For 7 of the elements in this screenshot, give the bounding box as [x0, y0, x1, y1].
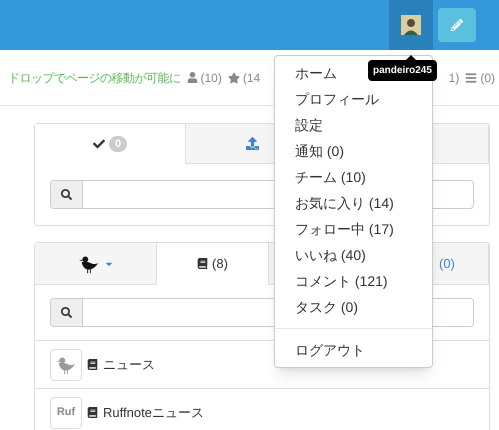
hint-text: ドロップでページの移動が可能に: [8, 70, 180, 86]
count-text: (0): [480, 70, 495, 86]
count-text: (14: [242, 70, 260, 86]
count-text: 1): [448, 70, 460, 86]
tooltip: pandeiro245: [368, 60, 437, 81]
avatar: Ruf: [50, 396, 82, 428]
count-text: (10): [200, 70, 222, 86]
